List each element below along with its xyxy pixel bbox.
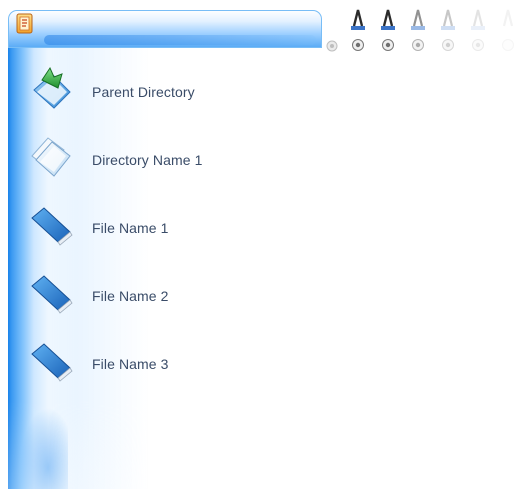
toolbar <box>320 0 522 52</box>
document-app-icon[interactable] <box>15 13 35 35</box>
list-item-file-name-3[interactable]: File Name 3 <box>28 336 448 404</box>
tool-icon <box>502 9 514 51</box>
tool-icon <box>441 9 455 51</box>
tool-button-4[interactable] <box>406 4 430 52</box>
list-item-label: File Name 2 <box>92 288 169 304</box>
list-item-label: Parent Directory <box>92 84 195 100</box>
book-icon <box>28 336 80 384</box>
folder-icon <box>28 132 80 180</box>
tool-icon <box>471 9 485 51</box>
list-item-label: File Name 3 <box>92 356 169 372</box>
tool-button-3[interactable] <box>376 4 400 52</box>
tool-button-2[interactable] <box>346 4 370 52</box>
list-item-file-name-2[interactable]: File Name 2 <box>28 268 448 336</box>
parent-directory-icon <box>28 64 80 112</box>
list-item-file-name-1[interactable]: File Name 1 <box>28 200 448 268</box>
tool-button-6[interactable] <box>466 4 490 52</box>
list-item-parent-directory[interactable]: Parent Directory <box>28 64 448 132</box>
book-icon <box>28 200 80 248</box>
tool-button-7[interactable] <box>496 4 520 52</box>
tool-icon <box>326 40 338 52</box>
title-bar[interactable] <box>8 10 322 48</box>
tool-icon <box>381 9 395 51</box>
tool-icon <box>351 9 365 51</box>
file-browser-window: Parent Directory Directory Name 1 File N… <box>0 0 522 489</box>
book-icon <box>28 268 80 316</box>
list-item-directory-name-1[interactable]: Directory Name 1 <box>28 132 448 200</box>
list-item-label: File Name 1 <box>92 220 169 236</box>
tool-button-1[interactable] <box>320 4 344 52</box>
file-list: Parent Directory Directory Name 1 File N… <box>28 64 448 404</box>
tool-icon <box>411 9 425 51</box>
tool-button-5[interactable] <box>436 4 460 52</box>
list-item-label: Directory Name 1 <box>92 152 203 168</box>
